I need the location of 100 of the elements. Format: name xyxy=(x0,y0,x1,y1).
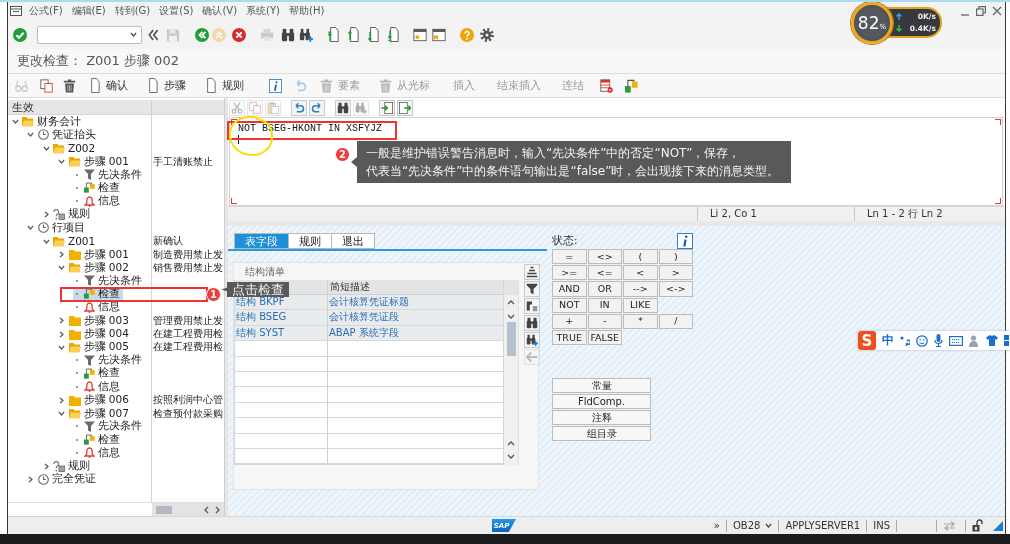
menu-item[interactable]: 帮助(H) xyxy=(289,2,325,20)
back-icon[interactable] xyxy=(195,27,209,42)
restore-icon[interactable] xyxy=(976,6,986,16)
chevron-down-icon[interactable] xyxy=(58,159,65,165)
action-button[interactable]: 组目录 xyxy=(552,426,651,442)
binoculars-plus-icon[interactable] xyxy=(299,27,313,42)
tree-node[interactable]: 检查 xyxy=(73,433,123,447)
double-chevron-icon[interactable] xyxy=(148,28,159,41)
command-field[interactable] xyxy=(37,25,142,44)
menu-item[interactable]: 公式(F) xyxy=(29,2,63,20)
chevron-down-icon[interactable] xyxy=(42,145,50,151)
smiley-icon[interactable] xyxy=(916,334,928,347)
tree-node[interactable]: 检查 xyxy=(73,366,123,380)
chevron-right-icon[interactable] xyxy=(59,251,64,258)
menu-item[interactable]: 转到(G) xyxy=(114,2,151,20)
corner-block-icon[interactable] xyxy=(524,298,540,314)
check-circle-icon[interactable] xyxy=(13,27,27,42)
tree-node[interactable]: 行项目 xyxy=(26,221,88,235)
action-button[interactable]: 注释 xyxy=(552,410,651,426)
chevron-down-icon[interactable] xyxy=(42,238,50,244)
operator-button[interactable]: <= xyxy=(587,265,622,281)
microphone-icon[interactable] xyxy=(934,334,943,347)
window-menu-icon[interactable] xyxy=(10,6,22,16)
scroll-thumb[interactable] xyxy=(156,505,172,514)
tree-node[interactable]: 先决条件 xyxy=(73,419,145,433)
action-button[interactable]: FldComp. xyxy=(552,394,651,410)
operator-button[interactable]: > xyxy=(658,265,693,281)
expand-button[interactable]: » xyxy=(707,519,727,532)
tree-node[interactable]: 凭证抬头 xyxy=(26,128,99,142)
tree-node[interactable]: 规则 xyxy=(42,459,93,473)
binoculars-plus-icon[interactable] xyxy=(524,332,540,348)
tree-node[interactable]: 先决条件 xyxy=(73,168,145,182)
operator-button[interactable]: AND xyxy=(552,281,587,297)
tree-node[interactable]: 步骤 001 xyxy=(57,155,132,169)
tree-node[interactable]: 信息 xyxy=(73,300,123,314)
operator-button[interactable]: / xyxy=(658,313,693,329)
tab[interactable]: 表字段 xyxy=(234,233,289,249)
redo-icon[interactable] xyxy=(309,99,325,116)
transaction-dropdown[interactable]: OB28 xyxy=(726,519,780,532)
chevron-right-icon[interactable] xyxy=(215,505,220,514)
trash-icon[interactable] xyxy=(63,78,76,93)
close-icon[interactable] xyxy=(992,6,1002,16)
operator-button[interactable]: <-> xyxy=(658,281,693,297)
tab[interactable]: 规则 xyxy=(288,233,332,249)
toolbar-button[interactable]: 步骤 xyxy=(147,76,186,95)
chevron-down-icon[interactable] xyxy=(765,523,773,528)
operator-button[interactable]: TRUE xyxy=(552,329,587,346)
tree-node[interactable]: 信息 xyxy=(73,380,123,394)
info-icon[interactable] xyxy=(677,232,693,249)
tab[interactable]: 退出 xyxy=(331,233,375,249)
tree-node[interactable]: 步骤 007 xyxy=(57,407,132,420)
binoculars-icon[interactable] xyxy=(524,315,540,331)
tree-node[interactable]: Z002 xyxy=(42,141,99,155)
squares-icon[interactable] xyxy=(625,78,638,93)
funnel-icon[interactable] xyxy=(524,281,540,297)
chevron-down-icon[interactable] xyxy=(130,32,137,37)
tree-node[interactable]: 财务会计 xyxy=(11,115,84,129)
info-icon[interactable] xyxy=(269,78,282,93)
menu-item[interactable]: 设置(S) xyxy=(159,2,194,20)
operator-button[interactable]: LIKE xyxy=(623,297,658,313)
chevron-right-icon[interactable] xyxy=(43,210,49,218)
person-icon[interactable] xyxy=(969,334,980,347)
chevron-right-icon[interactable] xyxy=(43,462,49,470)
operator-button[interactable]: NOT xyxy=(552,297,587,313)
chevron-right-icon[interactable] xyxy=(59,396,64,404)
tree-node[interactable]: 先决条件 xyxy=(73,274,145,288)
operator-button[interactable]: < xyxy=(623,265,658,281)
tree-node[interactable]: 步骤 002 xyxy=(57,261,132,275)
horizontal-scrollbar[interactable] xyxy=(152,503,224,516)
operator-button[interactable]: + xyxy=(552,313,587,329)
binoculars-icon[interactable] xyxy=(281,27,295,42)
tree-node[interactable]: 步骤 006 xyxy=(57,393,132,407)
cancel-icon[interactable] xyxy=(232,27,246,42)
tree-node[interactable]: 信息 xyxy=(73,194,123,208)
resize-grip-icon[interactable] xyxy=(993,520,1003,531)
operator-button[interactable]: FALSE xyxy=(587,329,622,346)
chevron-down-icon[interactable] xyxy=(58,411,65,416)
document-icon[interactable] xyxy=(89,78,101,93)
document-arrow-icon[interactable] xyxy=(348,27,360,42)
operator-button[interactable]: IN xyxy=(587,297,622,313)
tree-node[interactable]: 信息 xyxy=(73,446,123,460)
operator-button[interactable]: * xyxy=(623,313,658,329)
action-button[interactable]: 常量 xyxy=(552,378,651,394)
menu-item[interactable]: 确认(V) xyxy=(202,2,238,20)
operator-button[interactable]: = xyxy=(552,249,587,265)
document-icon[interactable] xyxy=(147,78,159,93)
document-icon[interactable] xyxy=(205,78,217,93)
operator-button[interactable]: >= xyxy=(552,265,587,281)
chevron-down-icon[interactable] xyxy=(27,225,34,231)
tree-node[interactable]: 先决条件 xyxy=(73,353,145,367)
sort-icon[interactable] xyxy=(524,264,540,280)
menu-item[interactable]: 编辑(E) xyxy=(71,2,106,20)
operator-button[interactable]: ( xyxy=(623,249,658,265)
operator-button[interactable]: ) xyxy=(658,249,693,265)
tree-node[interactable]: 步骤 004 xyxy=(57,327,132,341)
chevron-up-icon[interactable] xyxy=(507,441,515,447)
input-mode-toggle[interactable]: 中 xyxy=(882,332,894,349)
chevron-right-icon[interactable] xyxy=(59,330,64,338)
operator-button[interactable]: <> xyxy=(587,249,622,265)
vertical-scrollbar[interactable] xyxy=(504,280,519,466)
